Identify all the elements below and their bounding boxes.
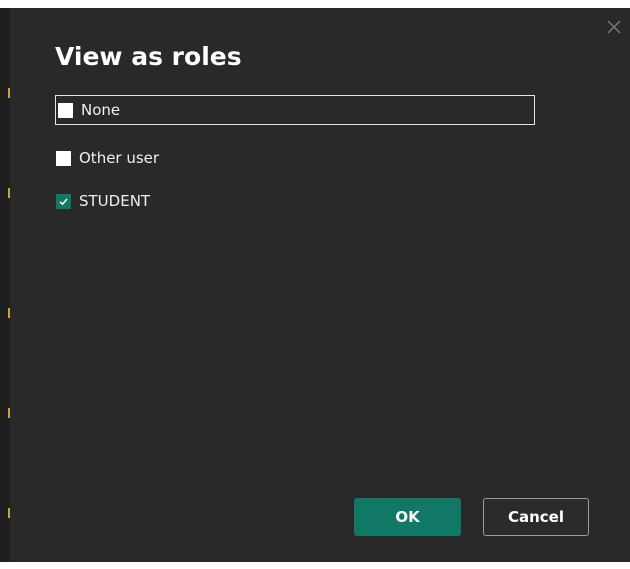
role-label-student: STUDENT [79, 192, 151, 210]
role-option-student[interactable]: STUDENT [56, 188, 150, 214]
checkbox-student[interactable] [56, 193, 71, 209]
role-option-other-user[interactable]: Other user [56, 145, 159, 171]
role-label-none: None [81, 101, 121, 119]
close-icon[interactable] [604, 18, 624, 38]
dialog-title: View as roles [55, 42, 242, 71]
role-option-none[interactable]: None [55, 95, 535, 125]
view-as-roles-dialog: View as roles None Other user STUDENT OK… [10, 8, 630, 562]
cancel-button[interactable]: Cancel [483, 498, 589, 536]
role-label-other-user: Other user [79, 149, 160, 167]
checkbox-other-user[interactable] [56, 150, 71, 166]
ok-button[interactable]: OK [354, 498, 461, 536]
checkbox-none[interactable] [58, 102, 73, 118]
background-app-edge [0, 8, 10, 562]
window-frame: View as roles None Other user STUDENT OK… [0, 0, 630, 569]
checkmark-icon [59, 198, 68, 205]
